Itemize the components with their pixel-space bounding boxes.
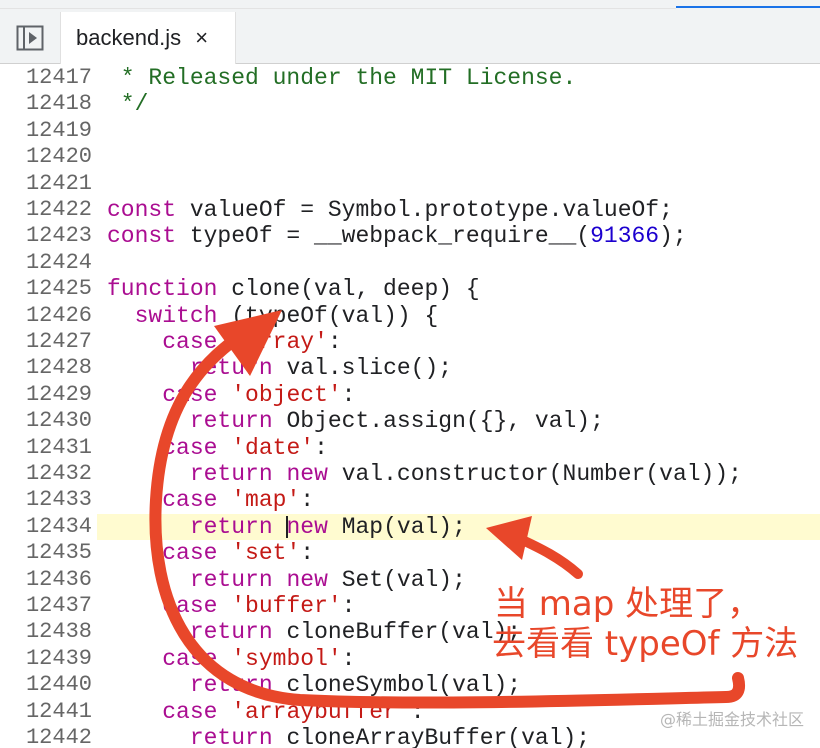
code-line[interactable]: 12419 bbox=[0, 118, 820, 144]
code-line[interactable]: 12427 case 'array': bbox=[0, 329, 820, 355]
active-panel-accent bbox=[676, 6, 820, 8]
line-number[interactable]: 12418 bbox=[0, 91, 97, 117]
code-text: return cloneSymbol(val); bbox=[189, 672, 522, 699]
code-text: case 'date': bbox=[162, 434, 328, 461]
code-line[interactable]: 12430 return Object.assign({}, val); bbox=[0, 408, 820, 434]
line-number[interactable]: 12429 bbox=[0, 382, 97, 408]
line-number[interactable]: 12425 bbox=[0, 276, 97, 302]
code-text: case 'symbol': bbox=[162, 645, 356, 672]
sidebar-toggle-button[interactable] bbox=[16, 24, 44, 52]
code-text: switch (typeOf(val)) { bbox=[134, 302, 439, 329]
line-number[interactable]: 12421 bbox=[0, 171, 97, 197]
code-text: return cloneArrayBuffer(val); bbox=[189, 725, 591, 748]
watermark: @稀土掘金技术社区 bbox=[659, 710, 804, 729]
code-text: const typeOf = __webpack_require__(91366… bbox=[107, 223, 687, 250]
code-line[interactable]: 12425 function clone(val, deep) { bbox=[0, 276, 820, 302]
code-line[interactable]: 12429 case 'object': bbox=[0, 382, 820, 408]
code-text: const valueOf = Symbol.prototype.valueOf… bbox=[107, 197, 673, 223]
code-line[interactable]: 12418 */ bbox=[0, 91, 820, 117]
line-number[interactable]: 12423 bbox=[0, 223, 97, 249]
code-line[interactable]: 12426 switch (typeOf(val)) { bbox=[0, 303, 820, 329]
code-text: */ bbox=[107, 91, 149, 118]
line-number[interactable]: 12437 bbox=[0, 593, 97, 619]
code-line[interactable]: 12422 const valueOf = Symbol.prototype.va… bbox=[0, 197, 820, 223]
annotation-text-line2: 去看看 typeOf 方法 bbox=[492, 624, 799, 664]
code-text: * Released under the MIT License. bbox=[107, 65, 577, 91]
annotation-text-line1: 当 map 处理了， bbox=[494, 584, 762, 624]
line-number[interactable]: 12430 bbox=[0, 408, 97, 434]
code-text: case 'map': bbox=[162, 487, 315, 514]
line-number[interactable]: 12422 bbox=[0, 197, 97, 223]
code-line[interactable]: 12423 const typeOf = __webpack_require__(… bbox=[0, 223, 820, 249]
line-number[interactable]: 12440 bbox=[0, 672, 97, 698]
code-line[interactable]: 12428 return val.slice(); bbox=[0, 355, 820, 381]
line-number[interactable]: 12433 bbox=[0, 487, 97, 513]
code-line[interactable]: 12435 case 'set': bbox=[0, 540, 820, 566]
close-icon[interactable]: × bbox=[195, 27, 208, 49]
line-number[interactable]: 12441 bbox=[0, 699, 97, 725]
code-text: case 'arraybuffer': bbox=[162, 698, 425, 725]
tab-backend-js[interactable]: backend.js × bbox=[60, 12, 236, 64]
line-number[interactable]: 12426 bbox=[0, 303, 97, 329]
tab-label: backend.js bbox=[76, 25, 182, 50]
line-number[interactable]: 12434 bbox=[0, 513, 97, 541]
line-number[interactable]: 12417 bbox=[0, 65, 97, 91]
code-text: return Object.assign({}, val); bbox=[189, 408, 604, 435]
line-number[interactable]: 12439 bbox=[0, 646, 97, 672]
line-number[interactable]: 12424 bbox=[0, 250, 97, 276]
line-number[interactable]: 12419 bbox=[0, 118, 97, 144]
code-text: case 'array': bbox=[162, 329, 342, 355]
code-line[interactable]: 12440 return cloneSymbol(val); bbox=[0, 672, 820, 698]
code-text: return new val.constructor(Number(val)); bbox=[189, 461, 742, 487]
code-line[interactable]: 12421 bbox=[0, 171, 820, 197]
code-line[interactable]: 12417 * Released under the MIT License. bbox=[0, 65, 820, 91]
code-line[interactable]: 12432 return new val.constructor(Number(… bbox=[0, 461, 820, 487]
code-text: function clone(val, deep) { bbox=[107, 276, 480, 303]
code-text: case 'set': bbox=[162, 540, 315, 567]
code-text: return val.slice(); bbox=[189, 355, 453, 382]
line-number[interactable]: 12436 bbox=[0, 567, 97, 593]
line-number[interactable]: 12431 bbox=[0, 435, 97, 461]
code-line[interactable]: 12434 return new Map(val); bbox=[0, 513, 820, 541]
editor-tab-bar: backend.js × bbox=[0, 0, 820, 64]
line-number[interactable]: 12432 bbox=[0, 461, 97, 487]
code-text: return new Set(val); bbox=[189, 566, 466, 593]
code-line[interactable]: 12424 bbox=[0, 250, 820, 276]
line-number[interactable]: 12428 bbox=[0, 355, 97, 381]
code-text: case 'buffer': bbox=[162, 593, 356, 619]
line-number[interactable]: 12442 bbox=[0, 725, 97, 748]
line-number[interactable]: 12435 bbox=[0, 540, 97, 566]
code-line[interactable]: 12420 bbox=[0, 144, 820, 170]
line-number[interactable]: 12438 bbox=[0, 619, 97, 645]
code-text: case 'object': bbox=[162, 381, 356, 408]
line-number[interactable]: 12420 bbox=[0, 144, 97, 170]
code-line[interactable]: 12431 case 'date': bbox=[0, 435, 820, 461]
sidebar-toggle-icon bbox=[16, 25, 44, 51]
code-line[interactable]: 12433 case 'map': bbox=[0, 487, 820, 513]
tab-bar-top-border bbox=[0, 8, 676, 9]
line-number[interactable]: 12427 bbox=[0, 329, 97, 355]
code-text: return cloneBuffer(val); bbox=[189, 619, 522, 646]
code-text: return new Map(val); bbox=[189, 513, 466, 540]
